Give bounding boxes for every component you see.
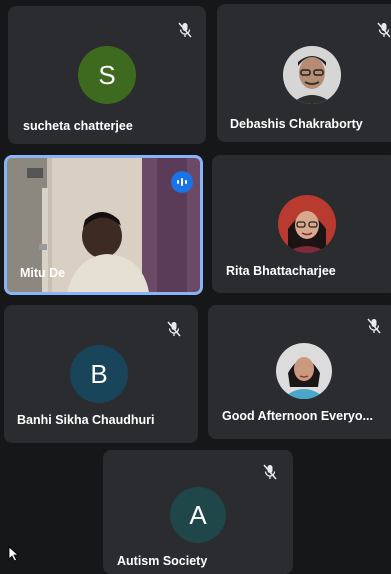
participant-name: Debashis Chakraborty xyxy=(230,117,363,131)
participant-tile-rita[interactable]: Rita Bhattacharjee xyxy=(212,155,391,293)
mouse-pointer-icon xyxy=(8,546,20,562)
audio-level-icon xyxy=(171,171,193,193)
mic-off-icon xyxy=(377,22,391,38)
participant-name: sucheta chatterjee xyxy=(23,119,133,133)
participant-tile-sucheta[interactable]: S sucheta chatterjee xyxy=(8,6,206,144)
participant-name: Banhi Sikha Chaudhuri xyxy=(17,413,155,427)
participant-tile-banhi[interactable]: B Banhi Sikha Chaudhuri xyxy=(4,305,198,443)
participant-avatar: A xyxy=(170,487,226,543)
mic-off-icon xyxy=(367,318,381,334)
mic-off-icon xyxy=(178,22,192,38)
participant-avatar: B xyxy=(70,345,128,403)
participant-avatar: S xyxy=(78,46,136,104)
participant-tile-autism-society[interactable]: A Autism Society xyxy=(103,450,293,574)
participant-photo xyxy=(278,195,336,253)
mic-off-icon xyxy=(167,321,181,337)
participant-tile-mitu[interactable]: Mitu De xyxy=(4,155,203,295)
participant-name: Good Afternoon Everyo... xyxy=(222,409,373,423)
participant-tile-debashis[interactable]: Debashis Chakraborty xyxy=(217,4,391,142)
participant-tile-good-afternoon[interactable]: Good Afternoon Everyo... xyxy=(208,305,391,439)
mic-off-icon xyxy=(263,464,277,480)
participant-photo xyxy=(276,343,332,399)
participant-photo xyxy=(283,46,341,104)
participant-name: Autism Society xyxy=(117,554,208,568)
participant-name: Rita Bhattacharjee xyxy=(226,264,336,278)
participant-name: Mitu De xyxy=(20,266,66,280)
